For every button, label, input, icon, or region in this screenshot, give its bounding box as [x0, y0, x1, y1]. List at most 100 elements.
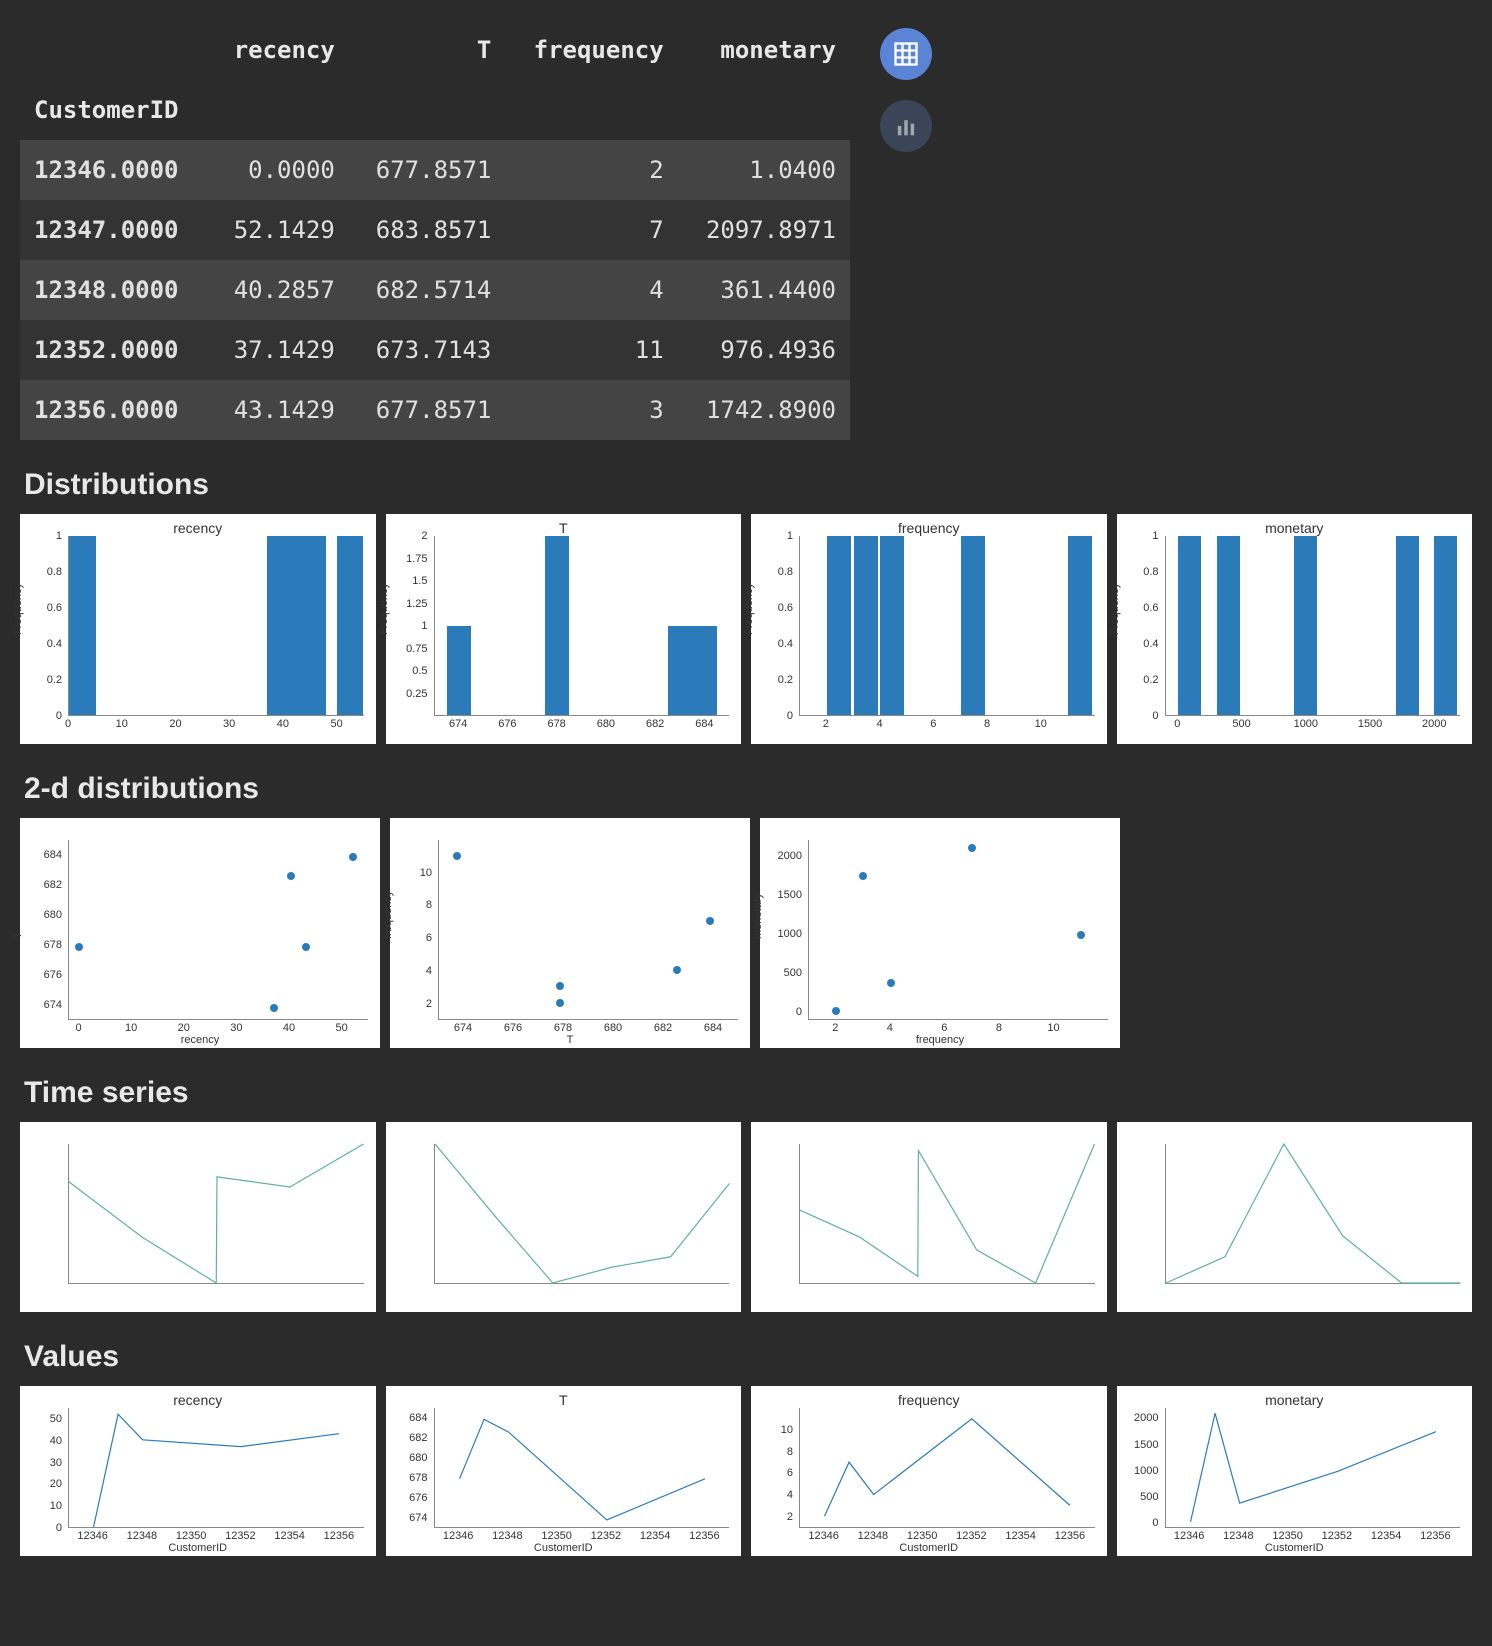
x-tick: 12350 — [1272, 1530, 1303, 1542]
chart-view-button[interactable] — [880, 100, 932, 152]
x-tick: 500 — [1232, 718, 1250, 730]
col-T: T — [349, 20, 506, 80]
point — [832, 1007, 840, 1015]
point — [270, 1004, 278, 1012]
y-tick: 6 — [787, 1467, 793, 1479]
y-tick: 4 — [426, 965, 432, 977]
chart-recency: recencyFrequency00.20.40.60.810102030405… — [20, 514, 376, 744]
timeseries-heading: Time series — [24, 1076, 1472, 1110]
x-tick: 6 — [941, 1022, 947, 1034]
chart-frequency: frequencyCustomerID246810123461234812350… — [751, 1386, 1107, 1556]
point — [968, 844, 976, 852]
y-tick: 682 — [44, 879, 62, 891]
x-tick: 30 — [230, 1022, 242, 1034]
x-tick: 12352 — [1322, 1530, 1353, 1542]
point — [349, 853, 357, 861]
bar — [961, 536, 985, 715]
bar — [1294, 536, 1317, 715]
y-tick: 20 — [50, 1478, 62, 1490]
x-tick: 674 — [449, 718, 467, 730]
dist2d-heading: 2-d distributions — [24, 772, 1472, 806]
table-row: 12346.0000 0.0000 677.8571 2 1.0400 — [20, 140, 850, 200]
x-tick: 50 — [331, 718, 343, 730]
y-tick: 680 — [409, 1452, 427, 1464]
y-tick: 2 — [426, 998, 432, 1010]
x-tick: 40 — [277, 718, 289, 730]
cell-recency: 0.0000 — [208, 140, 349, 200]
y-tick: 682 — [409, 1432, 427, 1444]
chart-recency: recencyCustomerID01020304050123461234812… — [20, 1386, 376, 1556]
bar — [668, 626, 693, 716]
x-tick: 12352 — [225, 1530, 256, 1542]
y-tick: 0 — [1152, 1517, 1158, 1529]
chart-T: TFrequency0.250.50.7511.251.51.752674676… — [386, 514, 742, 744]
point — [302, 943, 310, 951]
y-tick: 0.2 — [47, 674, 62, 686]
x-tick: 2000 — [1422, 718, 1446, 730]
x-tick: 20 — [178, 1022, 190, 1034]
chart-monetary: monetaryCustomerID0500100015002000123461… — [1117, 1386, 1473, 1556]
line-plot — [435, 1144, 730, 1283]
x-tick: 12356 — [1055, 1530, 1086, 1542]
x-tick: 0 — [75, 1022, 81, 1034]
y-tick: 2 — [787, 1511, 793, 1523]
cell-recency: 40.2857 — [208, 260, 349, 320]
point — [673, 966, 681, 974]
y-tick: 1 — [421, 620, 427, 632]
col-recency: recency — [208, 20, 349, 80]
point — [859, 872, 867, 880]
cell-monetary: 1742.8900 — [678, 380, 850, 440]
x-tick: 12346 — [808, 1530, 839, 1542]
x-tick: 682 — [646, 718, 664, 730]
x-tick: 4 — [887, 1022, 893, 1034]
table-index-row: CustomerID — [20, 80, 850, 140]
x-tick: 40 — [283, 1022, 295, 1034]
cell-monetary: 2097.8971 — [678, 200, 850, 260]
x-tick: 678 — [554, 1022, 572, 1034]
cell-frequency: 2 — [505, 140, 677, 200]
line-plot — [800, 1408, 1095, 1527]
x-tick: 12348 — [858, 1530, 889, 1542]
table-row: 12356.0000 43.1429 677.8571 3 1742.8900 — [20, 380, 850, 440]
bar — [1178, 536, 1201, 715]
chart-title: recency — [20, 1392, 376, 1408]
y-tick: 1 — [787, 530, 793, 542]
x-tick: 12346 — [443, 1530, 474, 1542]
x-tick: 6 — [930, 718, 936, 730]
y-tick: 50 — [50, 1413, 62, 1425]
y-tick: 0.6 — [1143, 602, 1158, 614]
x-tick: 680 — [604, 1022, 622, 1034]
chart-title: frequency — [751, 520, 1107, 536]
x-tick: 1000 — [1294, 718, 1318, 730]
row-id: 12352.0000 — [20, 320, 208, 380]
y-tick: 2 — [421, 530, 427, 542]
bar — [447, 626, 472, 716]
y-tick: 10 — [50, 1500, 62, 1512]
y-tick: 0 — [1152, 710, 1158, 722]
line-plot — [800, 1144, 1095, 1283]
y-tick: 500 — [784, 967, 802, 979]
y-tick: 30 — [50, 1457, 62, 1469]
y-tick: 674 — [44, 999, 62, 1011]
y-tick: 676 — [44, 969, 62, 981]
x-tick: 10 — [1047, 1022, 1059, 1034]
table-row: 12348.0000 40.2857 682.5714 4 361.4400 — [20, 260, 850, 320]
bar-chart-icon — [892, 112, 920, 140]
point — [75, 943, 83, 951]
table-row: 12347.0000 52.1429 683.8571 7 2097.8971 — [20, 200, 850, 260]
bar — [1434, 536, 1457, 715]
table-view-button[interactable] — [880, 28, 932, 80]
cell-frequency: 4 — [505, 260, 677, 320]
cell-frequency: 7 — [505, 200, 677, 260]
chart-plot — [386, 1122, 742, 1312]
y-tick: 0 — [787, 710, 793, 722]
bar — [1217, 536, 1240, 715]
chart-title: recency — [20, 520, 376, 536]
x-tick: 0 — [65, 718, 71, 730]
x-tick: 674 — [454, 1022, 472, 1034]
y-tick: 0.8 — [47, 566, 62, 578]
chart-plot — [1117, 1122, 1473, 1312]
table-row: 12352.0000 37.1429 673.7143 11 976.4936 — [20, 320, 850, 380]
row-id: 12346.0000 — [20, 140, 208, 200]
row-id: 12356.0000 — [20, 380, 208, 440]
